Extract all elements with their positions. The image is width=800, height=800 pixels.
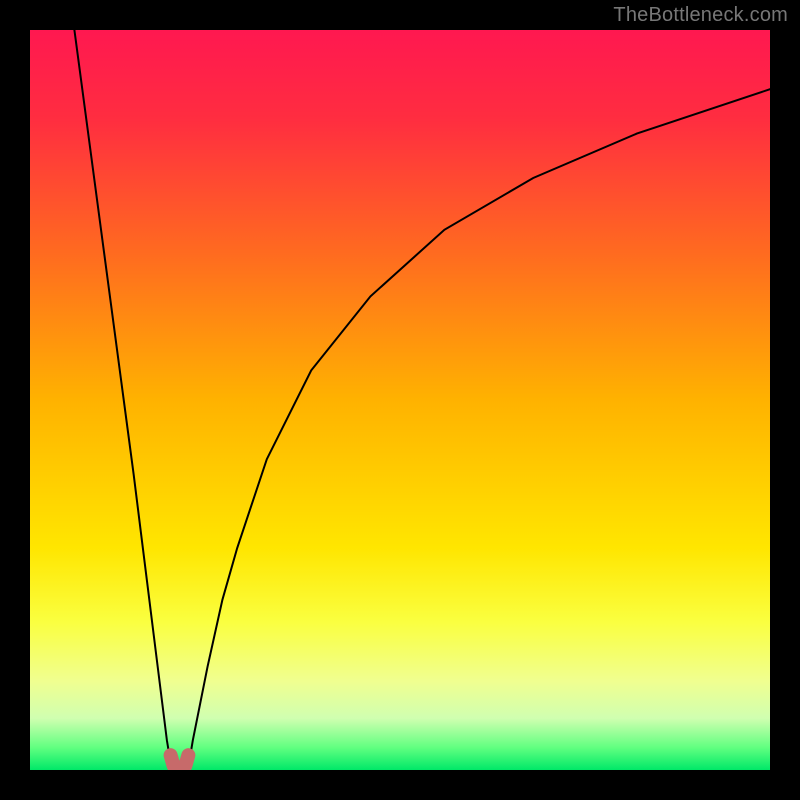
gradient-background xyxy=(30,30,770,770)
watermark-text: TheBottleneck.com xyxy=(613,4,788,27)
chart-plot xyxy=(30,30,770,770)
chart-frame: TheBottleneck.com xyxy=(0,0,800,800)
